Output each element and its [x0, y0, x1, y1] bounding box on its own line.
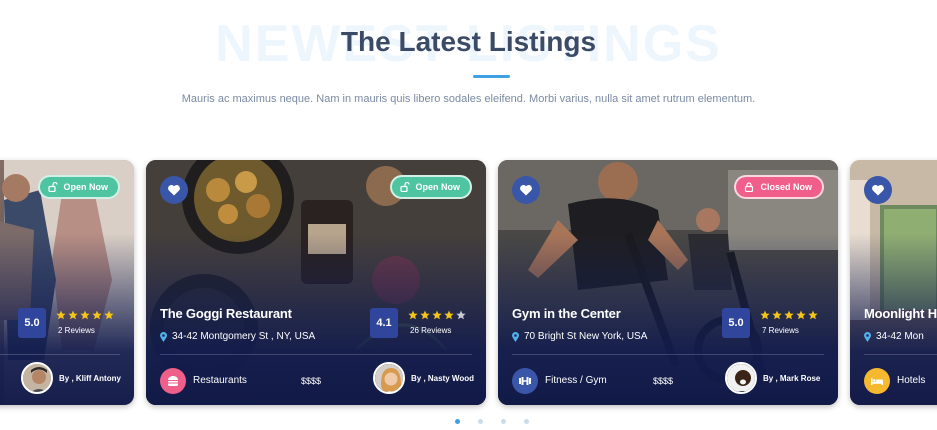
star-icon: [784, 310, 794, 320]
price-range: $$$$: [301, 376, 322, 386]
unlock-icon: [47, 182, 58, 192]
listing-card[interactable]: Moonlight Ho 34-42 Mon Hotels: [850, 160, 937, 405]
map-pin-icon: [864, 331, 871, 342]
pagination-dot[interactable]: [455, 419, 460, 424]
avatar: [373, 362, 405, 394]
category-icon: [160, 368, 186, 394]
rating-score: 4.1: [370, 308, 398, 338]
listing-address: 70 Bright St New York, USA: [512, 331, 647, 342]
author-name: By , Nasty Wood: [411, 373, 474, 383]
listing-address: 34-42 Mon: [864, 331, 924, 342]
star-rating: [56, 310, 114, 320]
status-badge: Open Now: [389, 175, 472, 199]
star-icon: [456, 310, 466, 320]
listing-address: 34-42 Montgomery St , NY, USA: [160, 331, 315, 342]
divider: [0, 354, 120, 355]
star-icon: [760, 310, 770, 320]
star-icon: [92, 310, 102, 320]
star-icon: [772, 310, 782, 320]
category-label[interactable]: Fitness / Gym: [545, 375, 607, 386]
lock-icon: [745, 182, 754, 192]
divider: [160, 354, 472, 355]
section-title: The Latest Listings: [340, 26, 597, 57]
category-icon: [864, 368, 890, 394]
pagination-dot[interactable]: [478, 419, 483, 424]
map-pin-icon: [512, 331, 519, 342]
bed-icon: [871, 378, 883, 385]
status-badge: Closed Now: [734, 175, 824, 199]
divider: [864, 354, 937, 355]
star-icon: [104, 310, 114, 320]
section-subtitle: Mauris ac maximus neque. Nam in mauris q…: [181, 93, 756, 105]
star-icon: [444, 310, 454, 320]
review-count[interactable]: 7 Reviews: [762, 326, 799, 335]
dumbbell-icon: [519, 377, 531, 385]
star-icon: [56, 310, 66, 320]
listing-title[interactable]: The Goggi Restaurant: [160, 306, 292, 321]
divider: [512, 354, 824, 355]
listing-author[interactable]: By , Nasty Wood: [373, 362, 474, 394]
star-icon: [420, 310, 430, 320]
review-count[interactable]: 26 Reviews: [410, 326, 451, 335]
star-icon: [796, 310, 806, 320]
author-name: By , Kliff Antony: [59, 373, 121, 383]
pagination-dot[interactable]: [501, 419, 506, 424]
listing-author[interactable]: By , Kliff Antony: [21, 362, 121, 394]
favorite-button[interactable]: [512, 176, 540, 204]
rating-score: 5.0: [722, 308, 750, 338]
title-underline: [473, 75, 510, 78]
category-icon: [512, 368, 538, 394]
pagination-dot[interactable]: [524, 419, 529, 424]
listing-card[interactable]: Closed Now Gym in the Center 70 Bright S…: [498, 160, 838, 405]
star-icon: [68, 310, 78, 320]
map-pin-icon: [160, 331, 167, 342]
star-icon: [432, 310, 442, 320]
listing-card[interactable]: Open Now The Goggi Restaurant 34-42 Mont…: [146, 160, 486, 405]
star-rating: [408, 310, 466, 320]
carousel-pagination: [455, 419, 529, 424]
status-badge: Open Now: [37, 175, 120, 199]
category-label[interactable]: Restaurants: [193, 375, 247, 386]
avatar: [725, 362, 757, 394]
avatar: [21, 362, 53, 394]
heart-icon: [168, 185, 180, 196]
star-rating: [760, 310, 818, 320]
star-icon: [808, 310, 818, 320]
author-name: By , Mark Rose: [763, 373, 821, 383]
star-icon: [408, 310, 418, 320]
price-range: $$$$: [653, 376, 674, 386]
burger-icon: [168, 376, 178, 386]
listing-card[interactable]: Open Now 5.0 2 Reviews By , Kliff Antony: [0, 160, 134, 405]
favorite-button[interactable]: [864, 176, 892, 204]
heart-icon: [872, 185, 884, 196]
unlock-icon: [399, 182, 410, 192]
review-count[interactable]: 2 Reviews: [58, 326, 95, 335]
listing-title[interactable]: Gym in the Center: [512, 306, 621, 321]
star-icon: [80, 310, 90, 320]
listings-section: NEWEST LISTINGS The Latest Listings Maur…: [0, 0, 937, 430]
rating-score: 5.0: [18, 308, 46, 338]
favorite-button[interactable]: [160, 176, 188, 204]
category-label[interactable]: Hotels: [897, 375, 925, 386]
listing-author[interactable]: By , Mark Rose: [725, 362, 820, 394]
heart-icon: [520, 185, 532, 196]
listing-title[interactable]: Moonlight Ho: [864, 306, 937, 321]
